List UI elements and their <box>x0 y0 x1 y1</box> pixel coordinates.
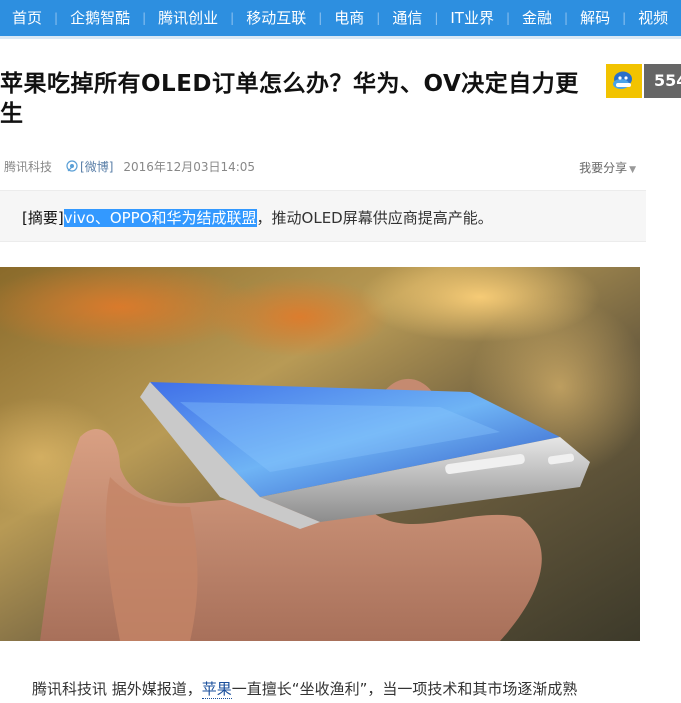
nav-item-ecommerce[interactable]: 电商 <box>322 0 376 36</box>
article-datetime: 2016年12月03日14:05 <box>123 159 256 174</box>
article-container: 苹果吃掉所有OLED订单怎么办？华为、OV决定自力更生 腾讯科技 [微博] 20… <box>0 39 646 703</box>
nav-item-video[interactable]: 视频 <box>626 0 680 36</box>
nav-item-home[interactable]: 首页 <box>0 0 54 36</box>
nav-item-telecom[interactable]: 通信 <box>380 0 434 36</box>
nav-item-it-industry[interactable]: IT业界 <box>438 0 506 36</box>
nav-item-finance[interactable]: 金融 <box>510 0 564 36</box>
chevron-down-icon: ▼ <box>629 165 636 175</box>
nav-item-penguin-intelligence[interactable]: 企鹅智酷 <box>58 0 142 36</box>
top-navigation-bar: 首页 | 企鹅智酷 | 腾讯创业 | 移动互联 | 电商 | 通信 | IT业界… <box>0 0 681 36</box>
comment-count: 554 <box>644 64 681 98</box>
weibo-link[interactable]: [微博] <box>80 158 113 175</box>
abstract-highlight: vivo、OPPO和华为结成联盟 <box>63 209 257 227</box>
nav-item-mobile-internet[interactable]: 移动互联 <box>234 0 318 36</box>
share-label: 我要分享 <box>579 161 628 175</box>
abstract-rest: ，推动OLED屏幕供应商提高产能。 <box>256 209 493 227</box>
article-photo <box>0 267 640 641</box>
article-body-paragraph: 腾讯科技讯 据外媒报道，苹果一直擅长“坐收渔利”，当一项技术和其市场逐渐成熟 <box>32 679 642 699</box>
body-text-prefix: 腾讯科技讯 据外媒报道， <box>32 680 202 698</box>
article-abstract: [摘要]vivo、OPPO和华为结成联盟，推动OLED屏幕供应商提高产能。 <box>0 190 646 242</box>
article-meta: 腾讯科技 [微博] 2016年12月03日14:05 <box>4 158 255 174</box>
body-text-suffix: 一直擅长“坐收渔利”，当一项技术和其市场逐渐成熟 <box>231 680 578 698</box>
abstract-label: [摘要] <box>22 209 64 227</box>
share-button[interactable]: 我要分享 ▼ <box>579 159 636 176</box>
weibo-icon[interactable] <box>66 160 78 172</box>
article-source[interactable]: 腾讯科技 <box>4 158 52 175</box>
body-link-apple[interactable]: 苹果 <box>201 680 232 699</box>
article-title: 苹果吃掉所有OLED订单怎么办？华为、OV决定自力更生 <box>0 71 579 127</box>
nav-item-startup[interactable]: 腾讯创业 <box>146 0 230 36</box>
abstract-text: [摘要]vivo、OPPO和华为结成联盟，推动OLED屏幕供应商提高产能。 <box>22 207 493 228</box>
nav-item-decode[interactable]: 解码 <box>568 0 622 36</box>
